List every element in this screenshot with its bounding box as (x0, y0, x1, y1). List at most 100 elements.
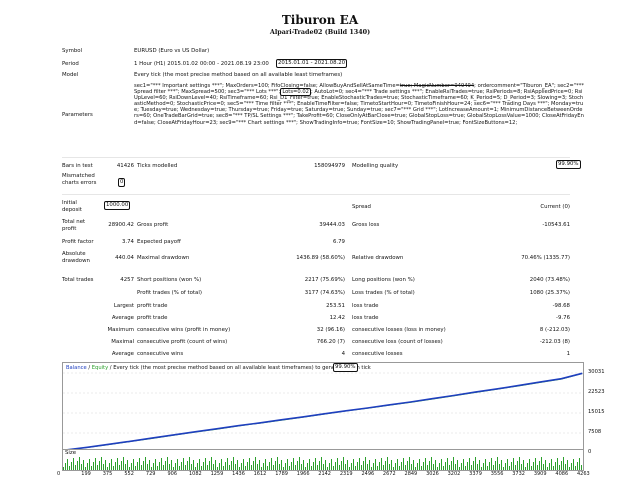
size-bar (465, 466, 466, 470)
size-bar (551, 459, 552, 470)
size-bar (397, 459, 398, 470)
size-bar (117, 458, 118, 470)
size-bar (259, 460, 260, 470)
size-bar (319, 461, 320, 470)
x-tick-label: 1966 (296, 471, 310, 477)
size-bar (257, 464, 258, 470)
mcls-label: consecutive loss (count of losses) (352, 339, 443, 345)
size-bar (145, 457, 146, 470)
size-bar (395, 463, 396, 470)
size-bar (523, 460, 524, 470)
size-bar (173, 467, 174, 470)
size-bar (385, 461, 386, 470)
size-bar (139, 458, 140, 470)
size-bar (279, 464, 280, 470)
size-bar (129, 467, 130, 470)
size-bar (247, 462, 248, 470)
size-bar (323, 464, 324, 470)
x-tick-label: 3026 (426, 471, 439, 477)
long-value: 2040 (73.48%) (529, 277, 570, 283)
size-bar (549, 463, 550, 470)
x-tick-label: 3909 (533, 471, 547, 477)
size-bar (317, 465, 318, 470)
size-bar (431, 457, 432, 470)
report-subtitle: Alpari-Trade02 (Build 1340) (269, 28, 371, 36)
mismatched-label-1: Mismatched (62, 173, 95, 179)
acw-value: 4 (341, 351, 345, 357)
netprofit-label-2: profit (62, 226, 77, 232)
x-tick-label: 4086 (555, 471, 569, 477)
size-bar (211, 457, 212, 470)
size-bar (387, 457, 388, 470)
ticks-label: Ticks modelled (137, 163, 178, 169)
size-bar (249, 458, 250, 470)
size-bar (561, 461, 562, 470)
modelling-quality-label: Modelling quality (352, 163, 399, 169)
size-bar (67, 459, 68, 470)
maxdd-value: 1436.89 (58.60%) (296, 255, 345, 261)
size-bar (571, 463, 572, 470)
size-bar (449, 465, 450, 470)
initial-deposit-highlight: 1000.00 (104, 201, 131, 210)
size-bar (535, 458, 536, 470)
model-value: Every tick (the most precise method base… (134, 72, 343, 78)
size-bar (263, 463, 264, 470)
size-bar (321, 457, 322, 470)
x-tick-label: 375 (102, 471, 113, 477)
size-bar (75, 465, 76, 470)
size-bar (409, 457, 410, 470)
acl-value: 1 (566, 351, 570, 357)
size-bar (553, 466, 554, 470)
absdd-value: 440.04 (115, 255, 134, 261)
size-bar (389, 464, 390, 470)
short-value: 2217 (75.69%) (304, 277, 345, 283)
maximum-label: Maximum (107, 327, 134, 333)
size-bar (325, 460, 326, 470)
size-bar (87, 463, 88, 470)
size-bar (201, 466, 202, 470)
size-bar (183, 458, 184, 470)
apt-label: profit trade (137, 315, 168, 321)
x-tick-label: 1436 (232, 471, 245, 477)
symbol-value: EURUSD (Euro vs US Dollar) (134, 48, 210, 54)
size-bar (405, 465, 406, 470)
size-bar (363, 461, 364, 470)
params-part-c: ; AutoLot=0; sec4="*** Trade settings **… (134, 89, 584, 126)
size-bar (481, 467, 482, 470)
size-bar (271, 458, 272, 470)
size-bar (557, 458, 558, 470)
size-bar (419, 459, 420, 470)
size-bar (235, 464, 236, 470)
y-tick-label: 0 (588, 449, 592, 455)
series-line-equity (62, 373, 583, 451)
size-bar (153, 463, 154, 470)
alt-value: -9.76 (556, 315, 570, 321)
size-bar (165, 461, 166, 470)
size-bar (509, 466, 510, 470)
x-tick-label: 3732 (512, 471, 525, 477)
x-tick-label: 729 (145, 471, 156, 477)
x-tick-label: 199 (81, 471, 91, 477)
size-bar (349, 467, 350, 470)
size-bar (193, 460, 194, 470)
size-histogram (62, 449, 584, 471)
size-bar (121, 461, 122, 470)
size-bar (447, 458, 448, 470)
size-bar (415, 467, 416, 470)
size-bar (511, 462, 512, 470)
size-bar (327, 467, 328, 470)
legend-description: / Every tick (the most precise method ba… (108, 365, 371, 371)
size-bar (313, 462, 314, 470)
x-tick-label: 1789 (275, 471, 288, 477)
size-bar (439, 463, 440, 470)
size-bar (461, 463, 462, 470)
size-bar (81, 464, 82, 470)
size-bar (219, 463, 220, 470)
average2-label: Average (111, 351, 134, 357)
size-bar (443, 466, 444, 470)
reldd-value: 70.46% (1335.77) (521, 255, 570, 261)
size-bar (203, 462, 204, 470)
size-bar (371, 467, 372, 470)
size-bar (113, 466, 114, 470)
x-tick-label: 2672 (382, 471, 396, 477)
